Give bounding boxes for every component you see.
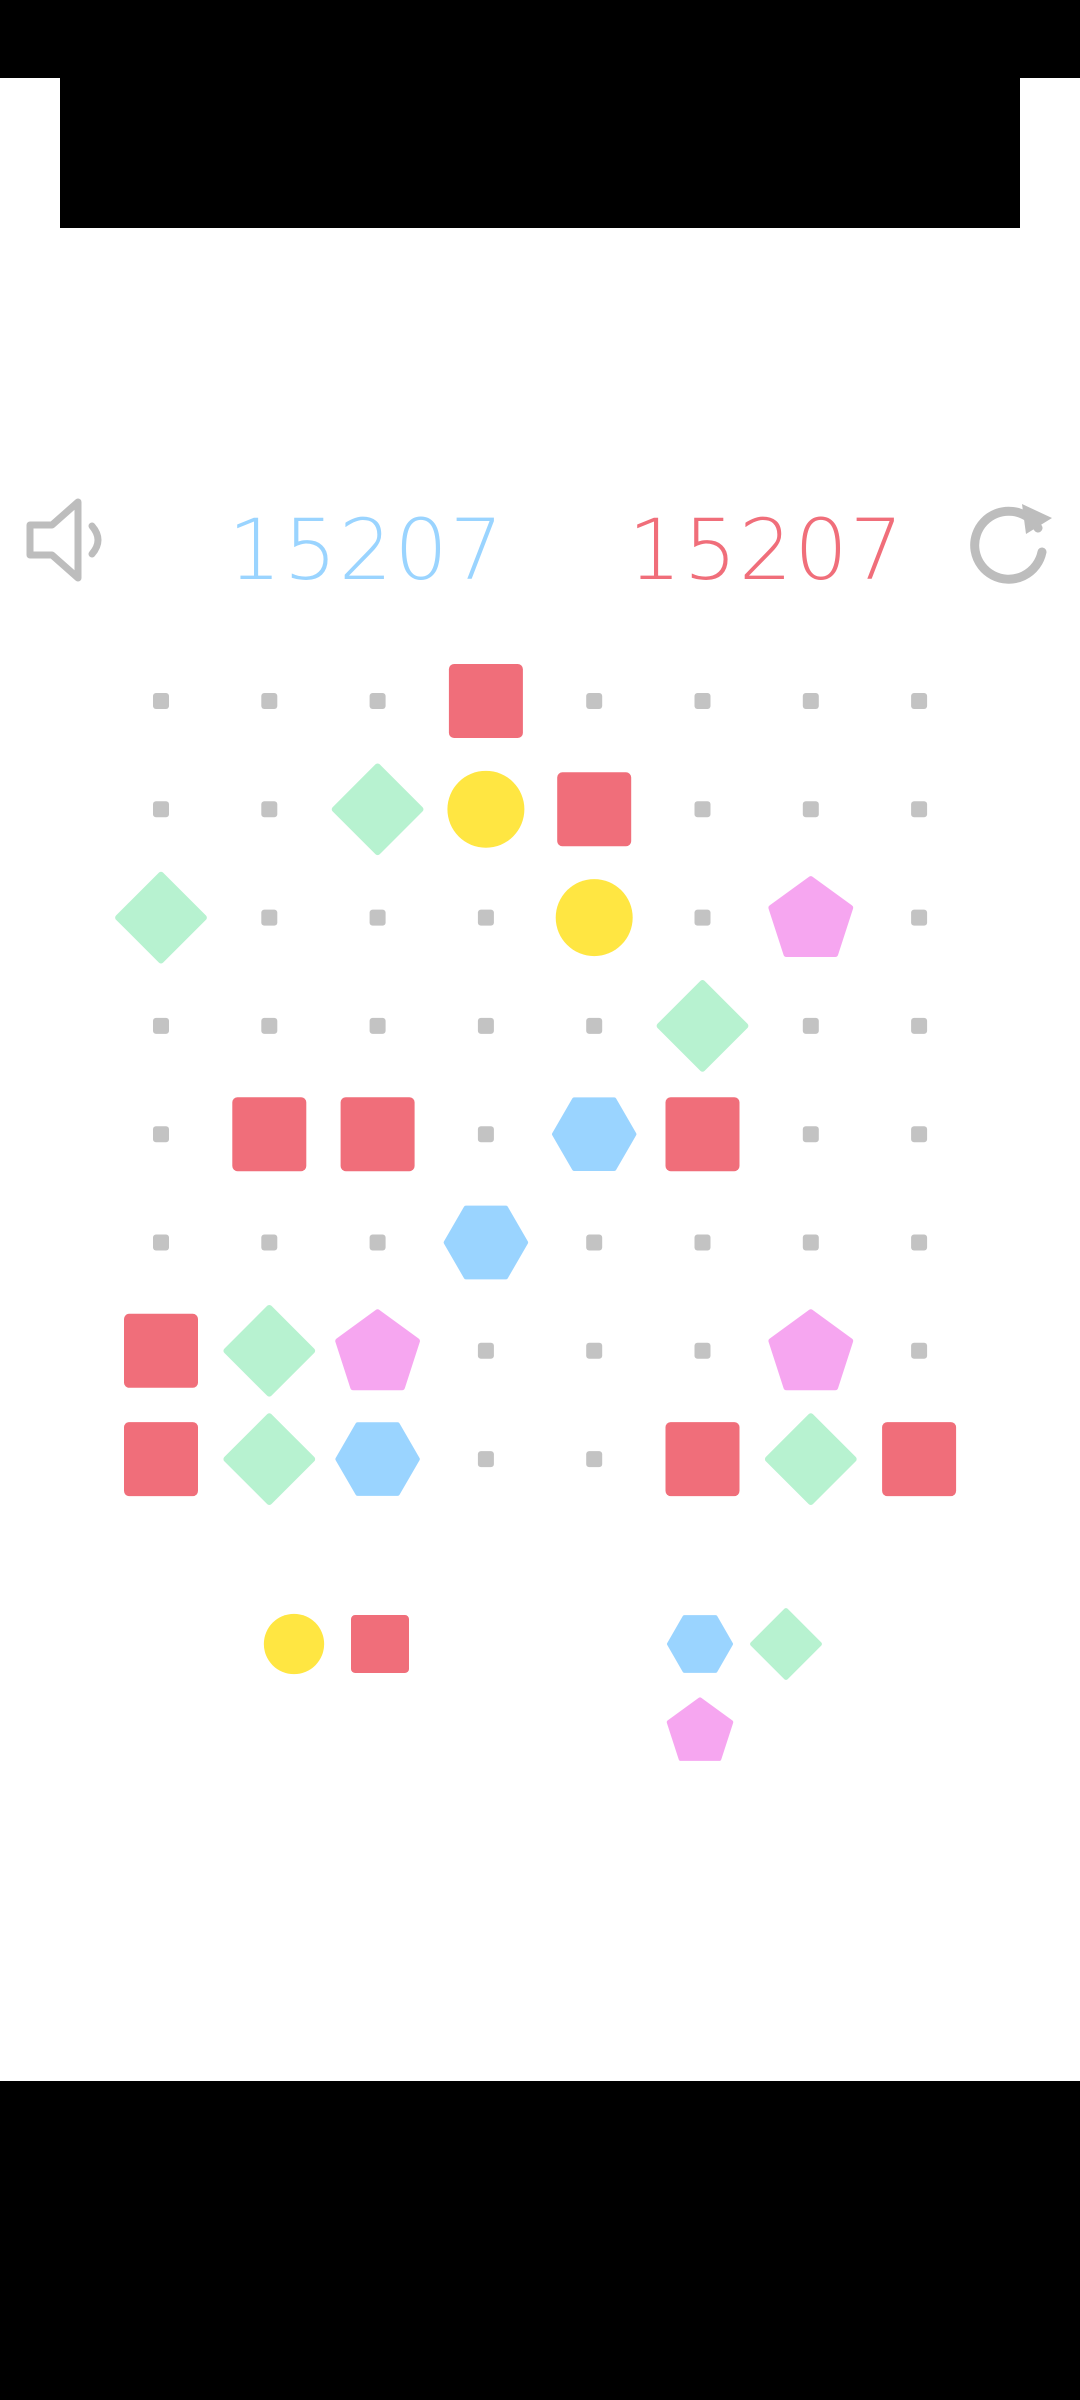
circle-tile [263, 1613, 325, 1675]
square-tile [351, 1615, 409, 1673]
tray-canvas [263, 1608, 822, 1761]
next-piece-2[interactable] [666, 1608, 822, 1761]
next-piece-1[interactable] [263, 1613, 409, 1675]
hexagon-tile [666, 1615, 734, 1673]
pentagon-tile [666, 1697, 734, 1761]
diamond-tile [750, 1608, 822, 1680]
navigation-bar [0, 2081, 1080, 2400]
